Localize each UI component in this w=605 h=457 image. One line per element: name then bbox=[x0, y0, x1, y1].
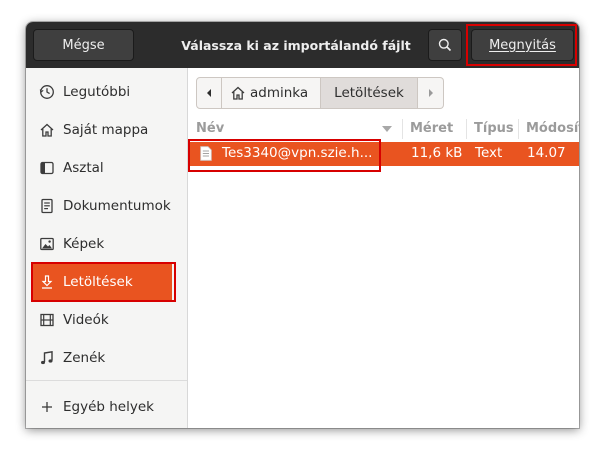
clock-icon bbox=[39, 84, 55, 100]
search-button[interactable] bbox=[428, 29, 462, 61]
desktop-icon bbox=[39, 160, 55, 176]
sidebar-item-label: Képek bbox=[63, 236, 105, 252]
sidebar-item-label: Zenék bbox=[63, 350, 106, 366]
sidebar-item-other-locations[interactable]: Egyéb helyek bbox=[26, 388, 187, 426]
sidebar-item-pictures[interactable]: Képek bbox=[26, 225, 187, 263]
file-size: 11,6 kB bbox=[411, 145, 463, 161]
plus-icon bbox=[39, 399, 55, 415]
sidebar-item-videos[interactable]: Videók bbox=[26, 301, 187, 339]
music-icon bbox=[39, 350, 55, 366]
header-bar: Mégse Válassza ki az importálandó fájlt … bbox=[26, 22, 579, 68]
film-icon bbox=[39, 312, 55, 328]
home-icon bbox=[231, 86, 245, 100]
path-forward-button[interactable] bbox=[418, 77, 444, 109]
sidebar-item-label: Legutóbbi bbox=[63, 84, 131, 100]
places-sidebar: Legutóbbi Saját mappa Asztal Dokumentumo… bbox=[26, 68, 188, 428]
sidebar-item-documents[interactable]: Dokumentumok bbox=[26, 187, 187, 225]
file-modified: 14.07 bbox=[527, 145, 566, 161]
file-type: Text bbox=[475, 145, 503, 161]
downloads-highlight bbox=[31, 262, 176, 302]
sidebar-item-music[interactable]: Zenék bbox=[26, 339, 187, 377]
file-highlight bbox=[188, 139, 381, 172]
path-segment-downloads[interactable]: Letöltések bbox=[321, 77, 418, 109]
chevron-left-icon bbox=[207, 89, 211, 97]
path-segment-label: adminka bbox=[250, 85, 309, 101]
home-icon bbox=[39, 122, 55, 138]
sort-descending-icon bbox=[382, 126, 392, 132]
sidebar-item-label: Egyéb helyek bbox=[63, 399, 154, 415]
column-header-name[interactable]: Név bbox=[196, 121, 224, 136]
path-bar: adminka Letöltések bbox=[196, 77, 444, 109]
sidebar-item-label: Asztal bbox=[63, 160, 104, 176]
column-divider bbox=[466, 119, 467, 139]
cancel-label: Mégse bbox=[62, 37, 105, 53]
open-button-highlight bbox=[466, 24, 577, 66]
image-icon bbox=[39, 236, 55, 252]
sidebar-item-recent[interactable]: Legutóbbi bbox=[26, 73, 187, 111]
sidebar-item-label: Dokumentumok bbox=[63, 198, 171, 214]
column-header-modified[interactable]: Módosítva bbox=[526, 121, 579, 136]
chevron-right-icon bbox=[428, 89, 433, 97]
file-list-header: Név Méret Típus Módosítva bbox=[188, 119, 579, 139]
column-header-size[interactable]: Méret bbox=[410, 121, 453, 136]
dialog-title: Válassza ki az importálandó fájlt bbox=[181, 37, 411, 53]
search-icon bbox=[438, 38, 452, 52]
sidebar-item-home[interactable]: Saját mappa bbox=[26, 111, 187, 149]
column-header-type[interactable]: Típus bbox=[474, 121, 514, 136]
cancel-button[interactable]: Mégse bbox=[33, 29, 134, 61]
sidebar-item-desktop[interactable]: Asztal bbox=[26, 149, 187, 187]
path-back-button[interactable] bbox=[196, 77, 222, 109]
path-segment-home[interactable]: adminka bbox=[222, 77, 321, 109]
column-divider bbox=[518, 119, 519, 139]
sidebar-separator bbox=[26, 380, 187, 381]
sidebar-item-label: Saját mappa bbox=[63, 122, 149, 138]
document-icon bbox=[39, 198, 55, 214]
sidebar-item-label: Videók bbox=[63, 312, 109, 328]
path-segment-label: Letöltések bbox=[334, 85, 404, 101]
column-divider bbox=[402, 119, 403, 139]
file-chooser-dialog: Mégse Válassza ki az importálandó fájlt … bbox=[26, 22, 579, 428]
